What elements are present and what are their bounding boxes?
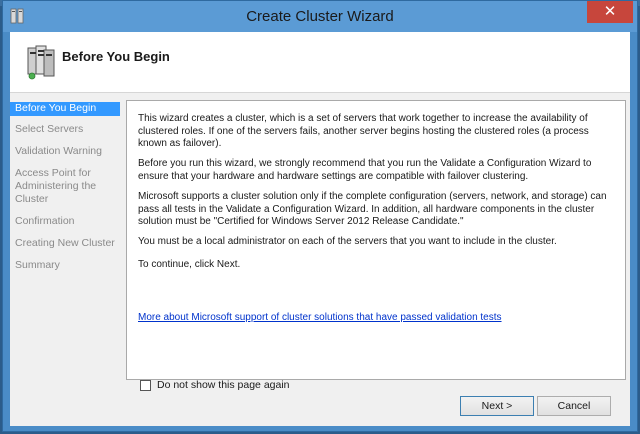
title-bar[interactable]: Create Cluster Wizard ✕: [3, 1, 637, 32]
server-cluster-icon: [27, 45, 55, 80]
wizard-client-area: Before You Begin Before You Begin Select…: [10, 32, 630, 426]
nav-step-select-servers[interactable]: Select Servers: [10, 123, 120, 136]
nav-step-before-you-begin[interactable]: Before You Begin: [10, 102, 120, 116]
next-button[interactable]: Next >: [460, 396, 534, 416]
page-title: Before You Begin: [62, 49, 170, 64]
cancel-button[interactable]: Cancel: [537, 396, 611, 416]
nav-step-creating-new-cluster[interactable]: Creating New Cluster: [10, 237, 120, 250]
do-not-show-label[interactable]: Do not show this page again: [157, 379, 290, 391]
nav-step-summary[interactable]: Summary: [10, 259, 120, 272]
support-paragraph: Microsoft supports a cluster solution on…: [138, 191, 607, 227]
close-button[interactable]: ✕: [587, 1, 633, 23]
support-info-link[interactable]: More about Microsoft support of cluster …: [138, 312, 502, 323]
content-panel: This wizard creates a cluster, which is …: [126, 100, 626, 380]
nav-step-validation-warning[interactable]: Validation Warning: [10, 145, 120, 158]
continue-paragraph: To continue, click Next.: [138, 259, 241, 270]
wizard-window: Create Cluster Wizard ✕ Before You Begin…: [2, 0, 638, 432]
wizard-header: Before You Begin: [10, 32, 630, 93]
validate-paragraph: Before you run this wizard, we strongly …: [138, 158, 592, 182]
nav-step-access-point[interactable]: Access Point for Administering the Clust…: [10, 167, 103, 206]
do-not-show-checkbox-row[interactable]: Do not show this page again: [140, 379, 290, 391]
wizard-step-nav: Before You Begin Select Servers Validati…: [10, 102, 120, 272]
window-title: Create Cluster Wizard: [246, 8, 394, 25]
do-not-show-checkbox[interactable]: [140, 379, 151, 391]
nav-step-confirmation[interactable]: Confirmation: [10, 215, 120, 228]
admin-paragraph: You must be a local administrator on eac…: [138, 236, 557, 247]
intro-paragraph: This wizard creates a cluster, which is …: [138, 113, 589, 149]
close-icon: ✕: [603, 3, 617, 20]
